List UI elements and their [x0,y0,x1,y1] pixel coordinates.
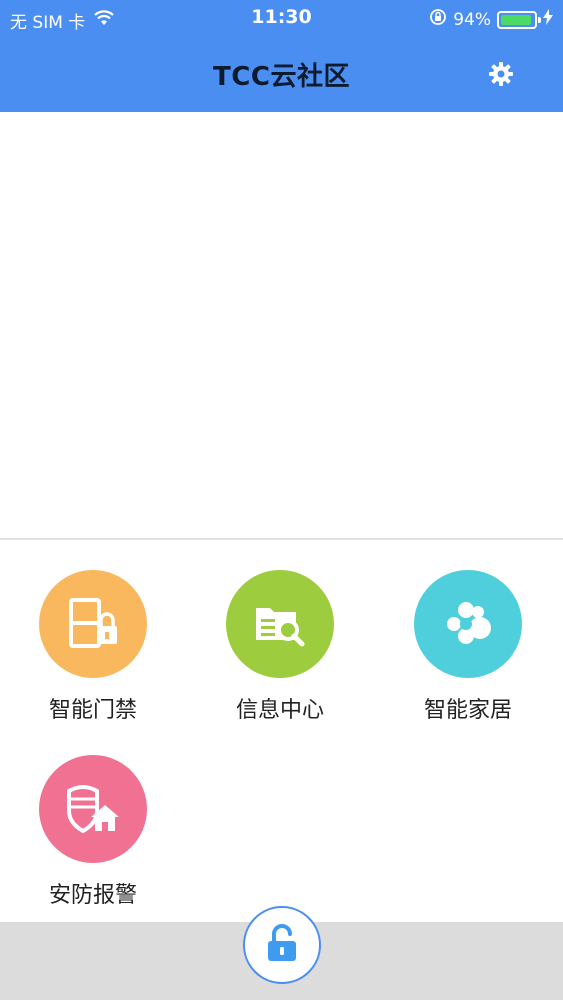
charging-icon [543,9,553,30]
battery-fill [501,14,532,25]
status-bar: 无 SIM 卡 11:30 94% [0,0,563,38]
status-right: 94% [429,8,553,31]
feature-label: 智能门禁 [48,698,137,723]
feature-label: 智能家居 [423,698,512,723]
gear-icon[interactable] [487,60,515,88]
feature-info-center[interactable]: 信息中心 [200,570,360,724]
feature-smart-home[interactable]: 智能家居 [388,570,548,724]
feature-label: 信息中心 [235,698,324,723]
feature-door-access[interactable]: 智能门禁 [13,570,173,724]
unlock-icon [262,923,302,967]
info-search-icon [226,570,334,678]
feature-grid: 智能门禁 信息中心 智能家居 安防报警 [0,540,563,922]
battery-percent: 94% [453,9,491,30]
smart-home-icon [414,570,522,678]
orientation-lock-icon [429,8,447,31]
battery-icon [497,10,541,29]
page-title: TCC云社区 [213,62,350,92]
banner-area [0,112,563,538]
door-lock-icon [39,570,147,678]
security-shield-icon [39,755,147,863]
feature-label: 安防报警 [48,883,137,908]
top-bar: 无 SIM 卡 11:30 94% TCC云社区 [0,0,563,112]
unlock-button[interactable] [243,906,321,984]
feature-security-alarm[interactable]: 安防报警 [13,755,173,909]
